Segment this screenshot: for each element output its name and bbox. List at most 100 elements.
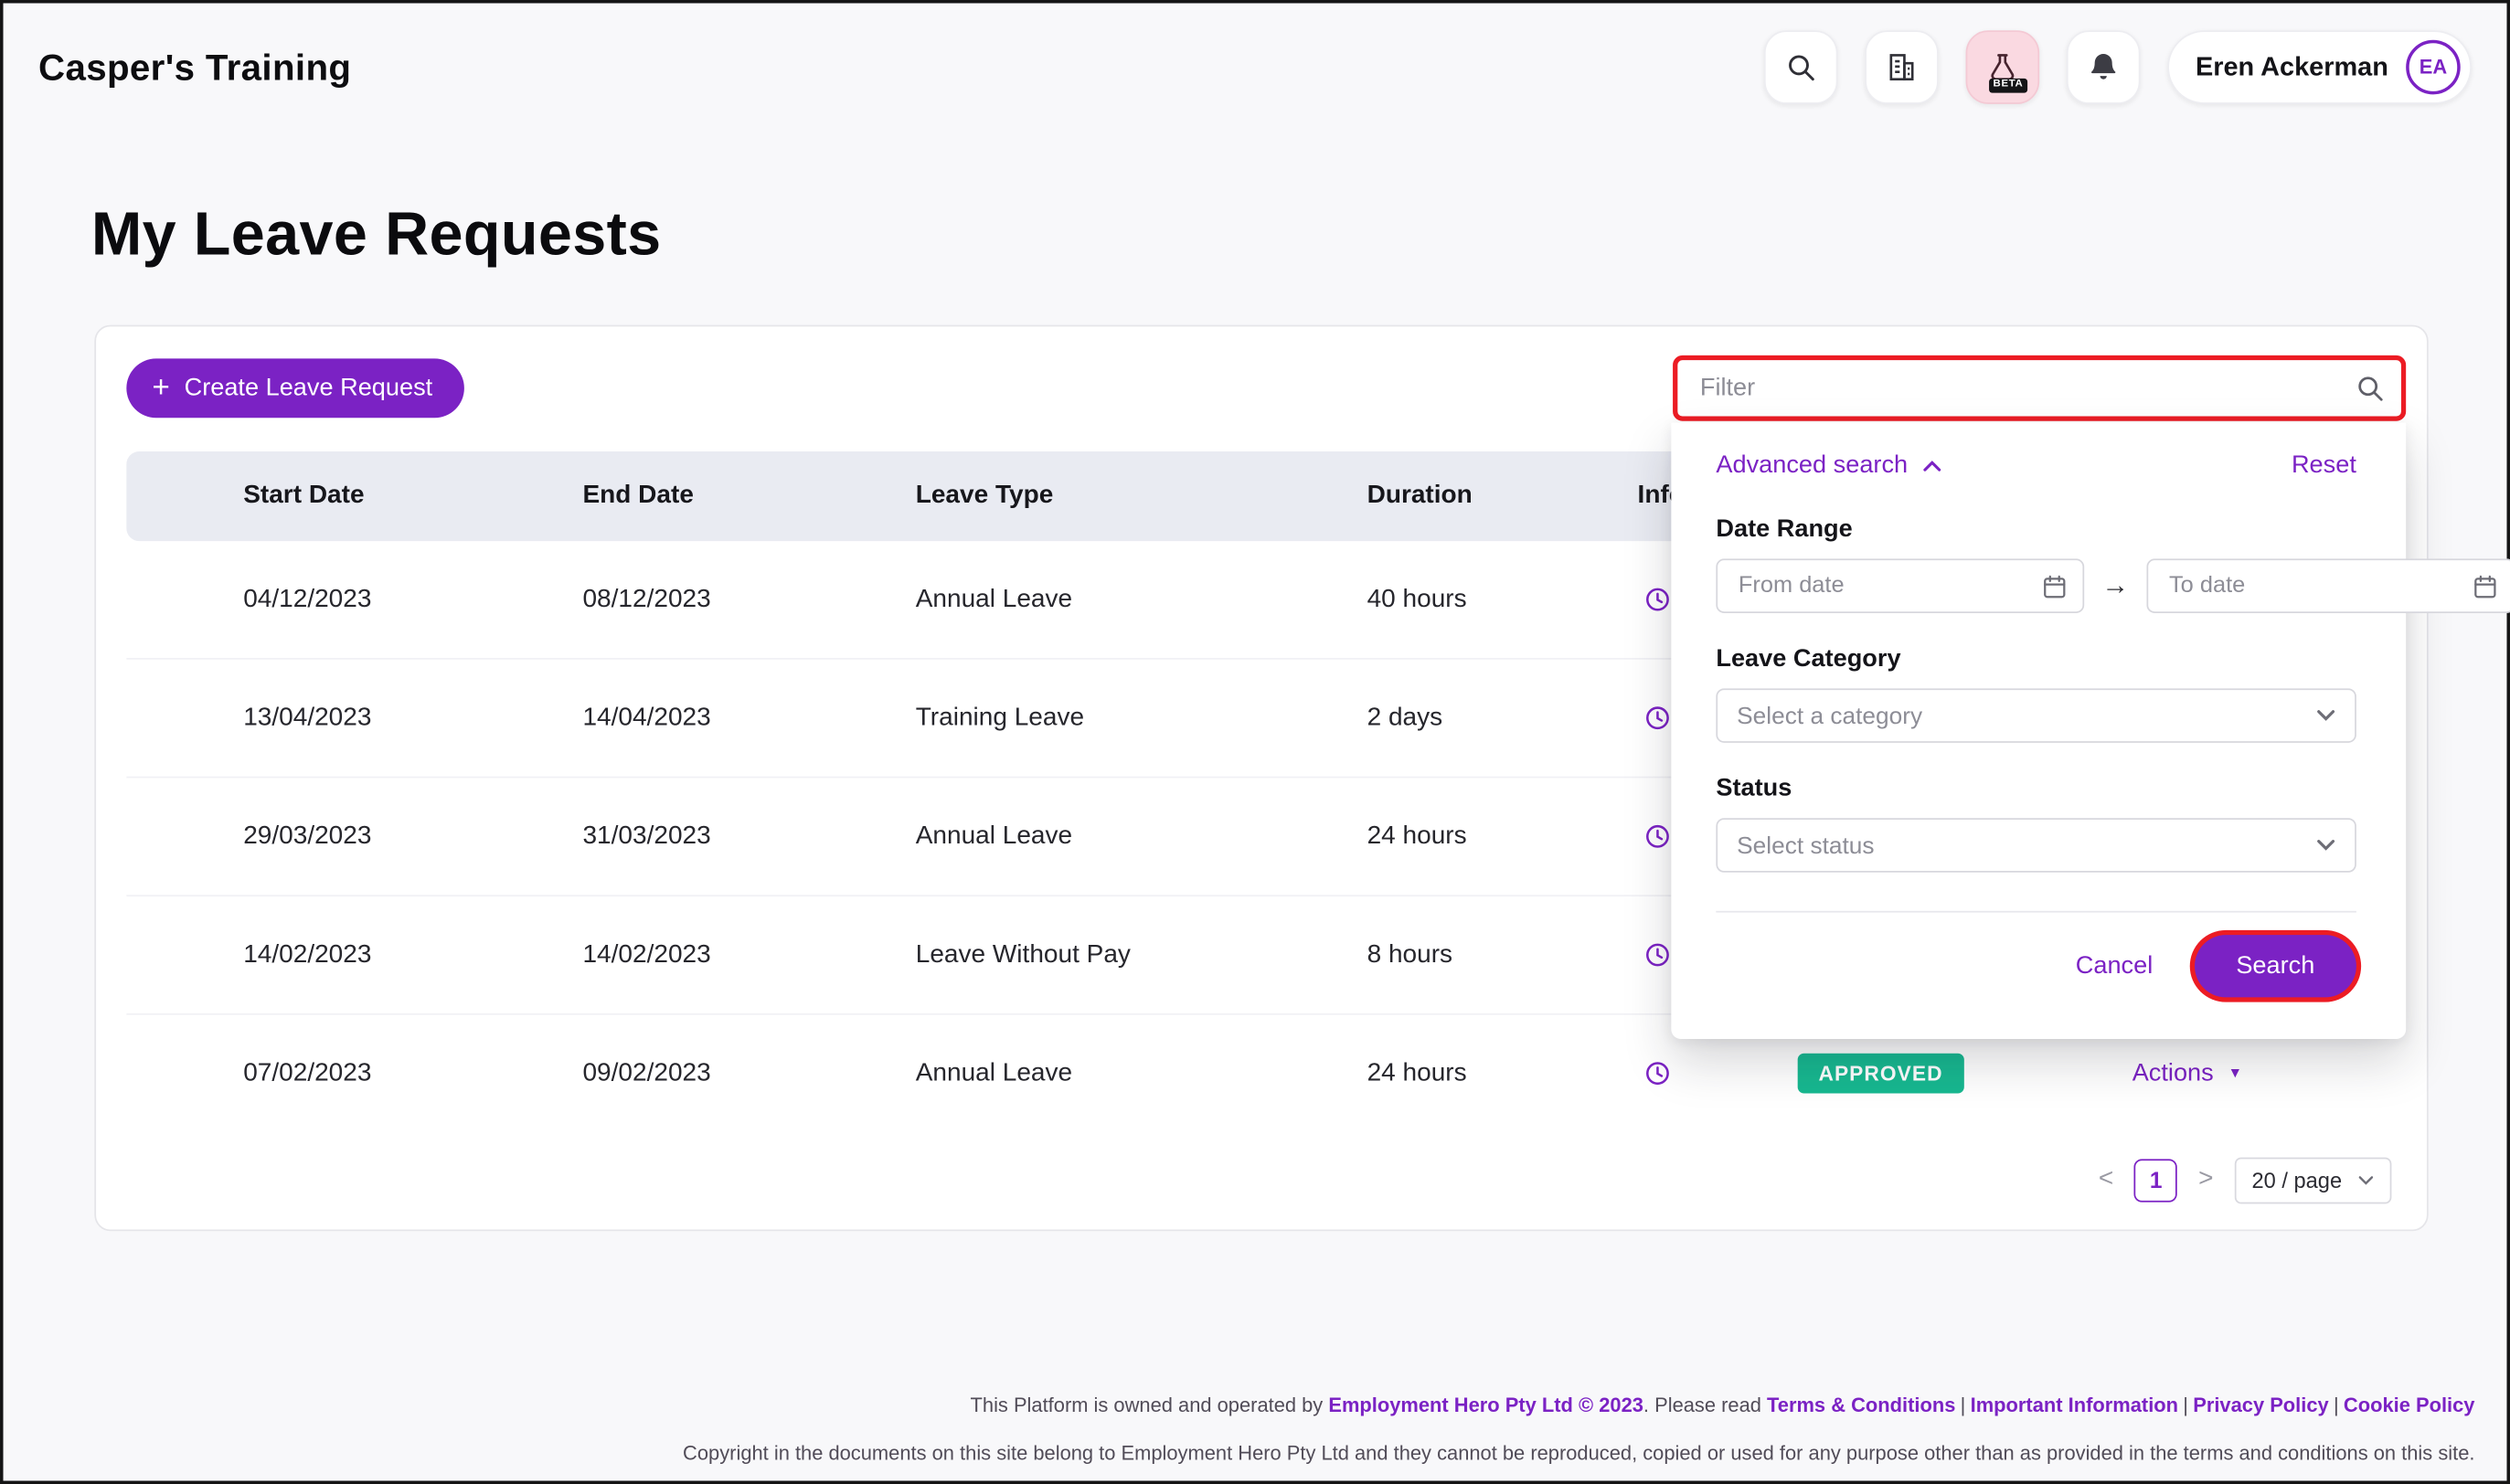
separator: | xyxy=(2329,1394,2344,1417)
app-title: Casper's Training xyxy=(38,46,351,89)
cell-start-date: 13/04/2023 xyxy=(126,704,582,733)
pagination-prev-button[interactable]: < xyxy=(2095,1165,2116,1194)
status-badge: APPROVED xyxy=(1798,1054,1964,1094)
clock-icon[interactable] xyxy=(1644,1060,1672,1087)
chevron-down-icon xyxy=(2358,1174,2375,1185)
advanced-search-label: Advanced search xyxy=(1716,451,1908,481)
chevron-down-icon xyxy=(2316,709,2335,722)
footer-line-2: Copyright in the documents on this site … xyxy=(683,1442,2474,1465)
cell-end-date: 08/12/2023 xyxy=(582,585,915,614)
status-label: Status xyxy=(1716,775,2356,804)
cell-start-date: 07/02/2023 xyxy=(126,1059,582,1088)
page-size-value: 20 / page xyxy=(2252,1168,2343,1192)
avatar: EA xyxy=(2406,40,2461,95)
advanced-search-toggle[interactable]: Advanced search xyxy=(1716,451,1941,481)
pagination-page-1[interactable]: 1 xyxy=(2134,1158,2177,1201)
cell-duration: 2 days xyxy=(1367,704,1638,733)
user-menu-button[interactable]: Eren Ackerman EA xyxy=(2166,30,2472,104)
arrow-right-icon: → xyxy=(2101,570,2129,602)
date-range-row: → xyxy=(1716,558,2356,613)
cell-end-date: 14/02/2023 xyxy=(582,940,915,970)
cell-duration: 40 hours xyxy=(1367,585,1638,614)
cell-start-date: 04/12/2023 xyxy=(126,585,582,614)
to-date-field xyxy=(2146,558,2510,613)
reset-button[interactable]: Reset xyxy=(2292,451,2356,481)
column-end-date: End Date xyxy=(582,482,915,511)
filter-input[interactable] xyxy=(1696,372,2355,404)
advanced-search-header: Advanced search Reset xyxy=(1716,449,2356,484)
user-name: Eren Ackerman xyxy=(2196,52,2388,82)
column-start-date: Start Date xyxy=(126,482,582,511)
cell-duration: 24 hours xyxy=(1367,822,1638,852)
cell-end-date: 09/02/2023 xyxy=(582,1059,915,1088)
page-title: My Leave Requests xyxy=(91,202,662,270)
from-date-field xyxy=(1716,558,2084,613)
cell-info xyxy=(1638,1060,1798,1087)
cell-leave-type: Annual Leave xyxy=(916,585,1367,614)
global-search-button[interactable] xyxy=(1763,30,1837,104)
stage: Casper's Training BETA Eren Ackerman EA … xyxy=(0,0,2510,1484)
clock-icon[interactable] xyxy=(1644,705,1672,732)
footer-text: This Platform is owned and operated by xyxy=(971,1394,1329,1417)
cookie-policy-link[interactable]: Cookie Policy xyxy=(2344,1394,2475,1417)
clock-icon[interactable] xyxy=(1644,822,1672,850)
column-duration: Duration xyxy=(1367,482,1638,511)
privacy-policy-link[interactable]: Privacy Policy xyxy=(2193,1394,2328,1417)
cell-actions: Actions ▼ xyxy=(2132,1059,2399,1088)
cell-leave-type: Annual Leave xyxy=(916,822,1367,852)
footer-text: . Please read xyxy=(1643,1394,1767,1417)
actions-label: Actions xyxy=(2132,1059,2214,1088)
cell-leave-type: Annual Leave xyxy=(916,1059,1367,1088)
separator: | xyxy=(2178,1394,2193,1417)
footer-line-1: This Platform is owned and operated by E… xyxy=(683,1394,2474,1417)
bell-icon xyxy=(2087,51,2119,83)
calendar-icon[interactable] xyxy=(2472,572,2499,599)
status-placeholder: Select status xyxy=(1737,832,1874,859)
from-date-input[interactable] xyxy=(1735,571,2040,600)
create-leave-request-button[interactable]: + Create Leave Request xyxy=(126,358,464,418)
cell-end-date: 14/04/2023 xyxy=(582,704,915,733)
cell-start-date: 14/02/2023 xyxy=(126,940,582,970)
leave-category-label: Leave Category xyxy=(1716,645,2356,674)
separator: | xyxy=(1955,1394,1970,1417)
chevron-down-icon xyxy=(2316,839,2335,852)
caret-down-icon: ▼ xyxy=(2228,1066,2243,1081)
organisation-button[interactable] xyxy=(1864,30,1938,104)
advanced-search-panel: Advanced search Reset Date Range → Leave… xyxy=(1671,422,2406,1038)
clock-icon[interactable] xyxy=(1644,586,1672,613)
actions-button[interactable]: Actions ▼ xyxy=(2132,1059,2242,1088)
top-bar: Casper's Training BETA Eren Ackerman EA xyxy=(0,0,2510,134)
clock-icon[interactable] xyxy=(1644,941,1672,969)
important-information-link[interactable]: Important Information xyxy=(1971,1394,2178,1417)
status-select[interactable]: Select status xyxy=(1716,818,2356,873)
terms-link[interactable]: Terms & Conditions xyxy=(1767,1394,1955,1417)
leave-category-placeholder: Select a category xyxy=(1737,702,1922,729)
date-range-label: Date Range xyxy=(1716,515,2356,545)
notifications-button[interactable] xyxy=(2066,30,2140,104)
footer: This Platform is owned and operated by E… xyxy=(683,1369,2474,1465)
cell-leave-type: Leave Without Pay xyxy=(916,940,1367,970)
beta-features-button[interactable]: BETA xyxy=(1965,30,2039,104)
cancel-button[interactable]: Cancel xyxy=(2076,951,2153,980)
pagination: < 1 > 20 / page xyxy=(2095,1156,2391,1204)
calendar-icon[interactable] xyxy=(2041,572,2069,599)
divider xyxy=(1716,911,2356,913)
cell-status: APPROVED xyxy=(1798,1054,2132,1094)
cell-end-date: 31/03/2023 xyxy=(582,822,915,852)
column-leave-type: Leave Type xyxy=(916,482,1367,511)
pagination-next-button[interactable]: > xyxy=(2196,1165,2217,1194)
search-submit-button[interactable]: Search xyxy=(2195,935,2356,997)
advanced-search-actions: Cancel Search xyxy=(1716,935,2356,997)
to-date-input[interactable] xyxy=(2165,571,2471,600)
page-size-select[interactable]: 20 / page xyxy=(2234,1157,2391,1203)
cell-duration: 8 hours xyxy=(1367,940,1638,970)
building-icon xyxy=(1885,51,1917,83)
leave-category-select[interactable]: Select a category xyxy=(1716,688,2356,743)
filter-input-highlight xyxy=(1673,355,2406,421)
page: Casper's Training BETA Eren Ackerman EA … xyxy=(0,0,2510,1484)
top-bar-actions: BETA Eren Ackerman EA xyxy=(1763,30,2472,104)
chevron-up-icon xyxy=(1922,460,1941,472)
cell-leave-type: Training Leave xyxy=(916,704,1367,733)
search-icon xyxy=(1784,51,1816,83)
employment-hero-link[interactable]: Employment Hero Pty Ltd © 2023 xyxy=(1328,1394,1643,1417)
